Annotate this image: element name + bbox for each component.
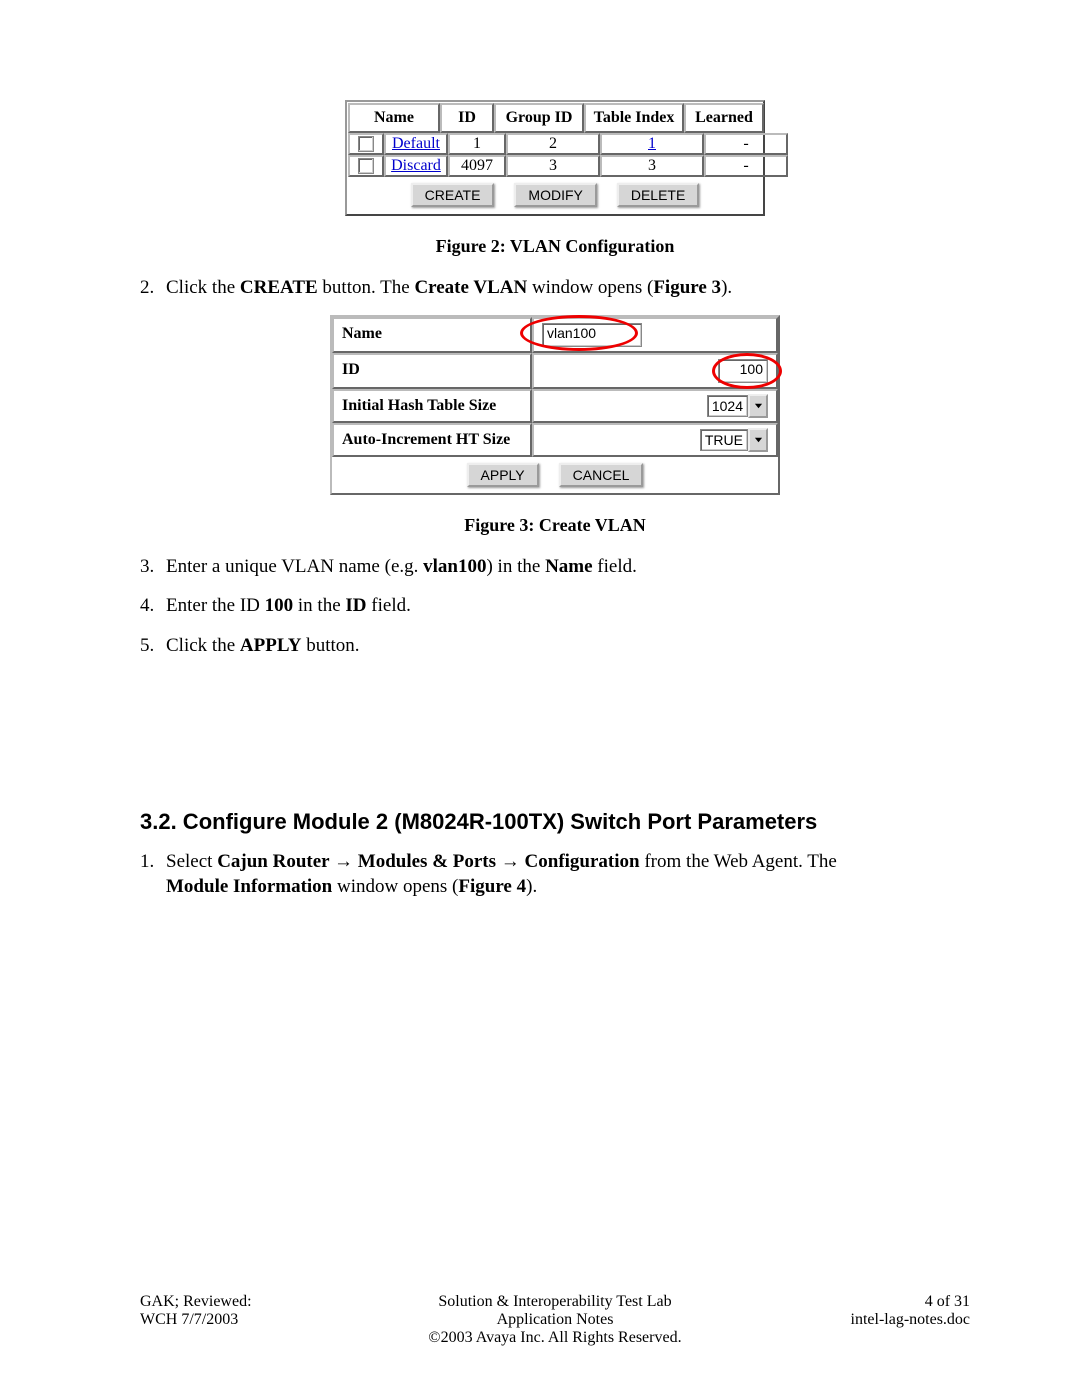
ihts-select[interactable]: 1024: [707, 395, 768, 417]
label-aiht: Auto-Increment HT Size: [332, 423, 532, 457]
cvx-button-bar: APPLY CANCEL: [332, 457, 778, 493]
label-name: Name: [332, 317, 532, 353]
chevron-down-icon[interactable]: [748, 394, 768, 418]
col-group-id: Group ID: [494, 103, 584, 133]
footer-reviewer: GAK; Reviewed:: [140, 1293, 417, 1311]
col-name: Name: [348, 103, 440, 133]
footer-filename: intel-lag-notes.doc: [693, 1311, 970, 1329]
col-table-index: Table Index: [584, 103, 684, 133]
cancel-button[interactable]: CANCEL: [559, 463, 644, 487]
figure-3-caption: Figure 3: Create VLAN: [140, 515, 970, 536]
footer-copyright: ©2003 Avaya Inc. All Rights Reserved.: [417, 1329, 694, 1347]
vlan-name-link[interactable]: Default: [392, 135, 440, 153]
footer-pagenum: 4 of 31: [693, 1293, 970, 1311]
vlan-config-figure: Name ID Group ID Table Index Learned Def…: [345, 100, 765, 216]
step-3: 3. Enter a unique VLAN name (e.g. vlan10…: [166, 554, 970, 580]
chevron-down-icon[interactable]: [748, 428, 768, 452]
page-footer: GAK; Reviewed: WCH 7/7/2003 Solution & I…: [140, 1293, 970, 1347]
col-id: ID: [440, 103, 494, 133]
row-checkbox[interactable]: [358, 158, 374, 174]
table-row: Default 1 2 1 -: [348, 133, 762, 155]
cell-ti: 3: [600, 155, 704, 177]
figure-2-caption: Figure 2: VLAN Configuration: [140, 236, 970, 257]
cell-gid: 3: [506, 155, 600, 177]
id-input[interactable]: 100: [718, 359, 768, 383]
step-2: 2. Click the CREATE button. The Create V…: [166, 275, 970, 301]
table-index-link[interactable]: 1: [648, 135, 656, 153]
aiht-select[interactable]: TRUE: [700, 429, 768, 451]
vlan-button-bar: CREATE MODIFY DELETE: [348, 177, 762, 213]
label-id: ID: [332, 353, 532, 389]
name-input[interactable]: vlan100: [542, 323, 642, 347]
modify-button[interactable]: MODIFY: [514, 183, 596, 207]
cell-learned: -: [704, 133, 788, 155]
label-ihts: Initial Hash Table Size: [332, 389, 532, 423]
section-3-2-title: 3.2. Configure Module 2 (M8024R-100TX) S…: [140, 809, 970, 835]
apply-button[interactable]: APPLY: [467, 463, 539, 487]
cell-id: 4097: [448, 155, 506, 177]
cell-learned: -: [704, 155, 788, 177]
row-checkbox[interactable]: [358, 136, 374, 152]
create-button[interactable]: CREATE: [411, 183, 495, 207]
create-vlan-figure: Name vlan100 ID 100 Initial Hash Table S…: [330, 315, 780, 495]
footer-title: Solution & Interoperability Test Lab App…: [417, 1293, 694, 1329]
step-5: 5. Click the APPLY button.: [166, 633, 970, 659]
footer-date: WCH 7/7/2003: [140, 1311, 417, 1329]
cell-id: 1: [448, 133, 506, 155]
vlan-name-link[interactable]: Discard: [391, 157, 441, 175]
vlan-table-header: Name ID Group ID Table Index Learned: [348, 103, 762, 133]
cell-gid: 2: [506, 133, 600, 155]
delete-button[interactable]: DELETE: [617, 183, 699, 207]
table-row: Discard 4097 3 3 -: [348, 155, 762, 177]
step-4: 4. Enter the ID 100 in the ID field.: [166, 593, 970, 619]
section-3-2-step-1: 1. Select Cajun Router → Modules & Ports…: [166, 849, 970, 900]
col-learned: Learned: [684, 103, 764, 133]
